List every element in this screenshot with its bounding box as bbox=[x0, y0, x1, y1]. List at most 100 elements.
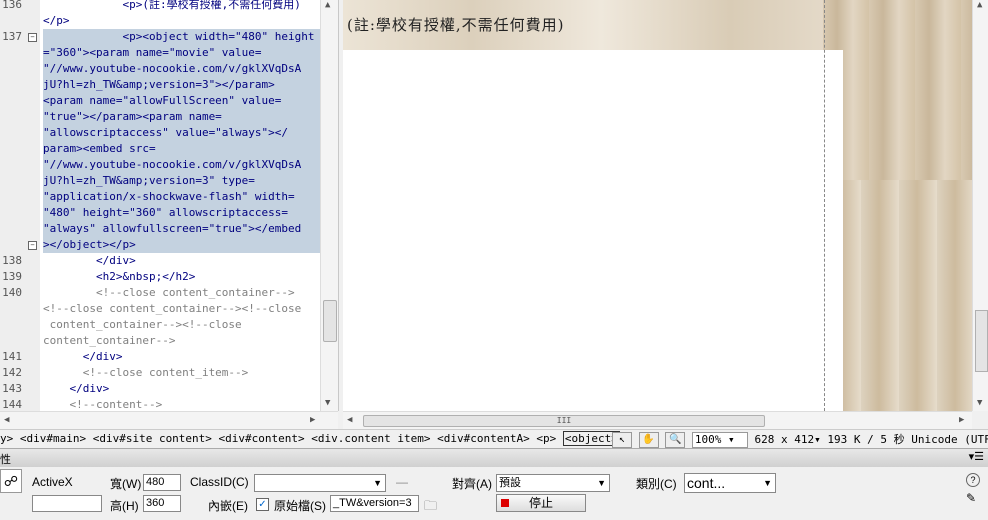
class-select[interactable]: cont... ▼ bbox=[684, 473, 776, 493]
wood-background-lower bbox=[823, 180, 988, 411]
line-number: 141 bbox=[2, 350, 22, 363]
code-horizontal-scrollbar[interactable]: ◀ ▶ bbox=[0, 411, 338, 429]
line-number-gutter: 136 137 138 139 140 141 142 143 144 − − bbox=[0, 0, 40, 411]
align-label: 對齊(A) bbox=[452, 477, 492, 491]
chevron-down-icon: ▼ bbox=[597, 478, 606, 488]
help-icon[interactable]: ? bbox=[966, 473, 980, 487]
line-number: 136 bbox=[2, 0, 22, 11]
height-label: 高(H) bbox=[110, 499, 139, 513]
tag-path[interactable]: y> <div#main> <div#site content> <div#co… bbox=[0, 432, 563, 445]
properties-header[interactable]: 性 ▾☰ bbox=[0, 448, 988, 468]
code-line[interactable]: "480" height="360" allowscriptaccess= bbox=[43, 205, 320, 221]
scroll-left-arrow-icon[interactable]: ◀ bbox=[347, 415, 352, 425]
code-line[interactable]: <param name="allowFullScreen" value= bbox=[43, 93, 320, 109]
line-number: 138 bbox=[2, 254, 22, 267]
line-number: 137 bbox=[2, 30, 22, 43]
code-line[interactable]: </div> bbox=[43, 349, 123, 365]
stop-button[interactable]: 停止 bbox=[496, 494, 586, 512]
code-line[interactable]: <!--close content_container--> bbox=[43, 285, 295, 301]
class-value: cont... bbox=[687, 475, 726, 491]
code-line[interactable]: jU?hl=zh_TW&amp;version=3"></param> bbox=[43, 77, 320, 93]
edit-icon[interactable]: ✎ bbox=[966, 491, 976, 505]
pointer-tool-icon[interactable]: ↖ bbox=[612, 432, 632, 448]
embed-label: 內嵌(E) bbox=[208, 499, 248, 513]
code-view[interactable]: 136 137 138 139 140 141 142 143 144 − − <p>(註:學校有授… bbox=[0, 0, 339, 411]
code-line[interactable]: "true"></param><param name= bbox=[43, 109, 320, 125]
code-line[interactable]: param><embed src= bbox=[43, 141, 320, 157]
line-number: 139 bbox=[2, 270, 22, 283]
design-hscroll-thumb[interactable]: III bbox=[363, 415, 765, 427]
width-input[interactable]: 480 bbox=[143, 474, 181, 491]
hand-tool-icon[interactable]: ✋ bbox=[638, 432, 659, 448]
stop-icon bbox=[501, 499, 509, 507]
code-vertical-scrollbar[interactable]: ▲ ▼ bbox=[320, 0, 338, 411]
chevron-down-icon: ▼ bbox=[763, 478, 772, 488]
properties-title: 性 bbox=[0, 454, 11, 466]
code-line[interactable]: "//www.youtube-nocookie.com/v/gklXVqDsA bbox=[43, 61, 320, 77]
scroll-up-arrow-icon[interactable]: ▲ bbox=[977, 0, 982, 10]
scroll-left-arrow-icon[interactable]: ◀ bbox=[4, 415, 9, 425]
zoom-select[interactable]: 100% ▾ bbox=[691, 432, 748, 448]
classid-select[interactable]: ▼ bbox=[254, 474, 386, 492]
layout-guide-line bbox=[824, 0, 825, 411]
code-line[interactable]: "allowscriptaccess" value="always"></ bbox=[43, 125, 320, 141]
code-line[interactable]: "application/x-shockwave-flash" width= bbox=[43, 189, 320, 205]
design-horizontal-scrollbar[interactable]: ◀ III ▶ bbox=[343, 411, 972, 429]
stop-button-label: 停止 bbox=[528, 496, 553, 510]
activex-icon: ☍ bbox=[0, 469, 22, 493]
classid-remove-icon[interactable]: — bbox=[396, 475, 408, 489]
scroll-down-arrow-icon[interactable]: ▼ bbox=[977, 398, 982, 408]
fold-marker-icon[interactable]: − bbox=[28, 241, 37, 250]
type-label: ActiveX bbox=[32, 475, 73, 489]
line-number: 144 bbox=[2, 398, 22, 411]
code-line[interactable]: jU?hl=zh_TW&amp;version=3" type= bbox=[43, 173, 320, 189]
design-note-text: (註:學校有授權,不需任何費用) bbox=[347, 16, 565, 34]
design-view[interactable]: (註:學校有授權,不需任何費用) bbox=[343, 0, 988, 411]
code-line[interactable]: </div> bbox=[43, 253, 136, 269]
source-input[interactable]: _TW&version=3 bbox=[330, 495, 419, 512]
code-line[interactable]: ="360"><param name="movie" value= bbox=[43, 45, 320, 61]
code-line[interactable]: "always" allowfullscreen="true"></embed bbox=[43, 221, 320, 237]
align-select[interactable]: 預設 ▼ bbox=[496, 474, 610, 492]
code-line[interactable]: content_container--><!--close bbox=[43, 317, 242, 333]
window-size[interactable]: 628 x 412 bbox=[755, 433, 815, 446]
embed-checkbox[interactable]: ✓ bbox=[256, 498, 269, 511]
panel-options-icon[interactable]: ▾☰ bbox=[969, 450, 984, 463]
line-number: 142 bbox=[2, 366, 22, 379]
scroll-down-arrow-icon[interactable]: ▼ bbox=[325, 398, 330, 408]
folder-icon[interactable]: 🗀 bbox=[424, 497, 437, 519]
code-line[interactable]: <p><object width="480" height bbox=[43, 29, 320, 45]
code-scroll-thumb[interactable] bbox=[323, 300, 337, 342]
object-name-input[interactable] bbox=[32, 495, 102, 512]
status-tools: ↖ ✋ 🔍 100% ▾ 628 x 412▾ 193 K / 5 秒 Unic… bbox=[612, 431, 988, 448]
zoom-tool-icon[interactable]: 🔍 bbox=[665, 432, 686, 448]
tag-selector[interactable]: y> <div#main> <div#site content> <div#co… bbox=[0, 431, 620, 446]
code-line[interactable]: <!--close content_item--> bbox=[43, 365, 249, 381]
source-label: 原始檔(S) bbox=[274, 499, 326, 513]
line-number: 140 bbox=[2, 286, 22, 299]
width-label: 寬(W) bbox=[110, 477, 142, 491]
code-line[interactable]: <h2>&nbsp;</h2> bbox=[43, 269, 195, 285]
code-line[interactable]: </p> bbox=[43, 13, 70, 29]
design-vertical-scrollbar[interactable]: ▲ ▼ bbox=[972, 0, 988, 411]
chevron-down-icon: ▼ bbox=[373, 478, 382, 488]
code-line[interactable]: "//www.youtube-nocookie.com/v/gklXVqDsA bbox=[43, 157, 320, 173]
height-input[interactable]: 360 bbox=[143, 495, 181, 512]
scroll-right-arrow-icon[interactable]: ▶ bbox=[310, 415, 315, 425]
code-line[interactable]: <p>(註:學校有授權,不需任何費用) bbox=[43, 0, 300, 13]
code-line[interactable]: </div> bbox=[43, 381, 109, 397]
class-label: 類別(C) bbox=[636, 477, 677, 491]
scroll-up-arrow-icon[interactable]: ▲ bbox=[325, 0, 330, 10]
object-placeholder-area[interactable] bbox=[343, 50, 843, 411]
fold-marker-icon[interactable]: − bbox=[28, 33, 37, 42]
design-scroll-thumb[interactable] bbox=[975, 310, 988, 372]
code-line[interactable]: content_container--> bbox=[43, 333, 175, 349]
code-line[interactable]: <!--content--> bbox=[43, 397, 162, 411]
scroll-right-arrow-icon[interactable]: ▶ bbox=[959, 415, 964, 425]
code-line[interactable]: ></object></p> bbox=[43, 237, 320, 253]
download-size: 193 K / 5 秒 bbox=[827, 433, 905, 446]
classid-label: ClassID(C) bbox=[190, 475, 249, 489]
zoom-value: 100% bbox=[694, 433, 722, 446]
code-line[interactable]: <!--close content_container--><!--close bbox=[43, 301, 301, 317]
status-bar: y> <div#main> <div#site content> <div#co… bbox=[0, 429, 988, 448]
